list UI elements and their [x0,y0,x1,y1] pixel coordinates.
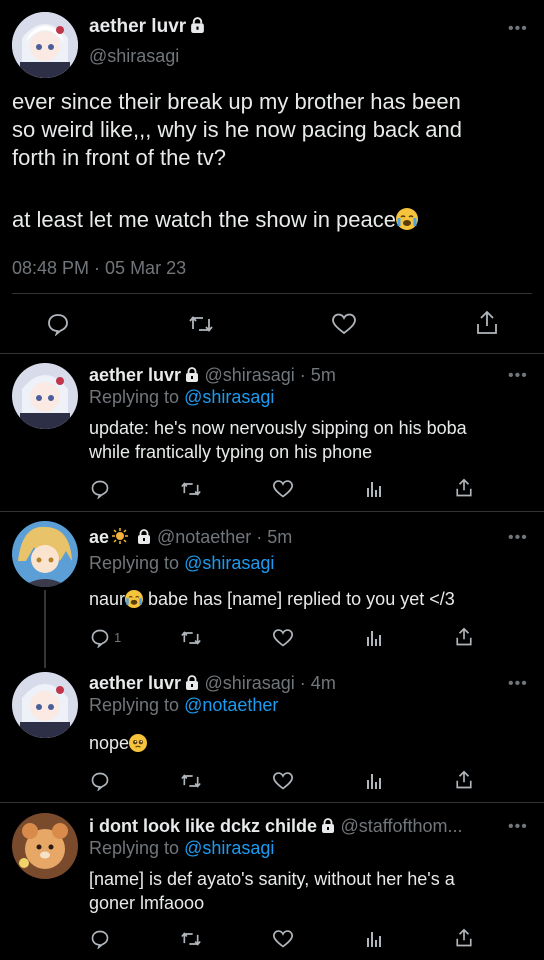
lock-icon [320,818,336,839]
more-options-icon[interactable]: ••• [508,819,528,835]
handle[interactable]: @shirasagi [89,46,179,67]
sun-emoji-icon [111,528,129,549]
more-options-icon[interactable]: ••• [508,530,528,546]
like-icon[interactable] [272,771,294,791]
like-icon[interactable] [272,929,294,949]
reply-icon[interactable] [90,479,110,499]
reply-header: aether luvr @shirasagi · 5m [89,365,336,388]
divider [0,802,544,803]
retweet-icon[interactable] [180,479,202,499]
retweet-icon[interactable] [188,312,214,336]
crying-emoji-icon [125,590,144,608]
avatar[interactable] [12,363,78,429]
replying-to: Replying to @shirasagi [89,553,275,573]
replying-to: Replying to @shirasagi [89,838,275,858]
replying-to: Replying to @shirasagi [89,387,275,407]
lock-icon [189,17,206,40]
reply-icon[interactable] [46,312,70,336]
analytics-icon[interactable] [364,929,384,949]
share-icon[interactable] [455,928,473,948]
retweet-icon[interactable] [180,929,202,949]
replying-to-link[interactable]: @shirasagi [184,387,274,407]
avatar[interactable] [12,12,78,78]
reply-icon[interactable] [90,628,110,648]
reply-header: i dont look like dckz childe @staffoftho… [89,816,463,839]
analytics-icon[interactable] [364,479,384,499]
reply-text: [name] is def ayato's sanity, without he… [89,869,455,913]
lock-icon [136,529,152,550]
tweet-text-line: so weird like,,, why is he now pacing ba… [12,117,463,142]
more-options-icon[interactable]: ••• [508,368,528,384]
more-options-icon[interactable]: ••• [508,676,528,692]
reply-text: update: he's now nervously sipping on hi… [89,418,467,462]
share-icon[interactable] [475,310,499,336]
divider [12,293,532,294]
display-name[interactable]: aether luvr [89,16,206,40]
display-name-text[interactable]: aether luvr [89,16,186,37]
avatar[interactable] [12,813,78,879]
lock-icon [184,675,200,696]
crying-emoji-icon [396,208,418,230]
lock-icon [184,367,200,388]
retweet-icon[interactable] [180,771,202,791]
reply-icon[interactable] [90,771,110,791]
tweet-text-line: at least let me watch the show in peace [12,206,537,234]
avatar[interactable] [12,672,78,738]
divider [0,511,544,512]
replying-to-link[interactable]: @shirasagi [184,838,274,858]
reply-text: nope [89,731,148,755]
divider [0,353,544,354]
pleading-emoji-icon [129,734,148,752]
tweet-text-line: ever since their break up my brother has… [12,89,461,114]
display-name[interactable]: aether luvr [89,365,181,385]
like-icon[interactable] [272,479,294,499]
avatar[interactable] [12,521,78,587]
thread-line [44,590,46,668]
more-options-icon[interactable]: ••• [508,21,528,37]
reply-text: naur babe has [name] replied to you yet … [89,589,455,609]
handle[interactable]: @shirasagi · 5m [205,365,336,385]
share-icon[interactable] [455,627,473,647]
analytics-icon[interactable] [364,771,384,791]
replying-to-link[interactable]: @shirasagi [184,553,274,573]
like-icon[interactable] [331,312,357,336]
replying-to: Replying to @notaether [89,695,279,715]
display-name[interactable]: ae [89,527,109,547]
reply-count: 1 [114,630,122,645]
handle[interactable]: @notaether · 5m [157,527,292,547]
tweet-text: ever since their break up my brother has… [12,88,537,234]
display-name[interactable]: aether luvr [89,673,181,693]
reply-icon[interactable] [90,929,110,949]
analytics-icon[interactable] [364,628,384,648]
share-icon[interactable] [455,478,473,498]
tweet-text-line: forth in front of the tv? [12,145,227,170]
reply-header: ae @notaether · 5m [89,527,292,550]
handle[interactable]: @shirasagi · 4m [205,673,336,693]
like-icon[interactable] [272,628,294,648]
timestamp[interactable]: 08:48 PM · 05 Mar 23 [12,258,186,279]
reply-header: aether luvr @shirasagi · 4m [89,673,336,696]
display-name[interactable]: i dont look like dckz childe [89,816,317,836]
share-icon[interactable] [455,770,473,790]
replying-to-link[interactable]: @notaether [184,695,278,715]
handle[interactable]: @staffofthom... [341,816,463,836]
retweet-icon[interactable] [180,628,202,648]
